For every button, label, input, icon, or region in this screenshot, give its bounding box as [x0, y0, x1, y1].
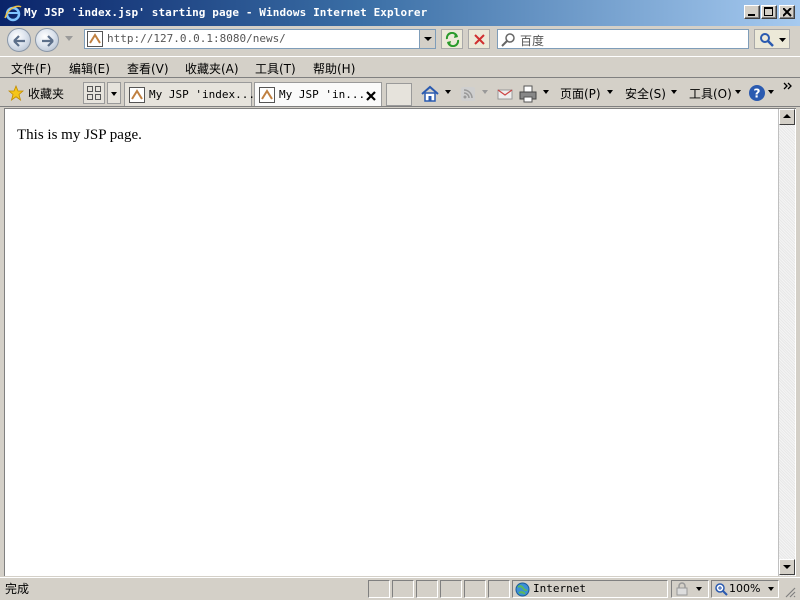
security-zone-panel[interactable]: Internet — [512, 580, 668, 598]
stop-icon — [474, 34, 485, 45]
page-body-text: This is my JSP page. — [17, 127, 142, 143]
forward-button[interactable] — [35, 28, 59, 52]
menu-bar: 文件(F) 编辑(E) 查看(V) 收藏夹(A) 工具(T) 帮助(H) — [0, 56, 800, 78]
close-tab-icon[interactable] — [366, 91, 376, 101]
menu-view[interactable]: 查看(V) — [127, 60, 169, 77]
home-dropdown-icon[interactable] — [445, 90, 451, 94]
back-button[interactable] — [7, 28, 31, 52]
search-options-dropdown-icon — [779, 38, 786, 42]
navigation-bar: http://127.0.0.1:8080/news/ 百度 — [0, 26, 800, 56]
tab-2-title: My JSP 'in... — [279, 88, 366, 101]
status-panel-1 — [368, 580, 390, 598]
page-dropdown-icon[interactable] — [607, 90, 613, 94]
menu-favorites[interactable]: 收藏夹(A) — [185, 60, 239, 77]
chevron-down-icon — [424, 37, 432, 41]
svg-text:?: ? — [754, 87, 761, 101]
minimize-icon — [748, 14, 755, 16]
protected-mode-icon — [676, 582, 688, 596]
close-window-button[interactable] — [779, 5, 795, 19]
quick-tabs-button[interactable] — [83, 82, 105, 104]
page-content-area: This is my JSP page. — [4, 108, 796, 576]
scroll-down-button[interactable] — [779, 559, 795, 575]
search-button[interactable] — [754, 29, 790, 49]
window-title: My JSP 'index.jsp' starting page - Windo… — [24, 6, 428, 19]
feeds-icon[interactable] — [458, 84, 478, 104]
search-placeholder: 百度 — [520, 34, 545, 48]
chevron-down-icon — [111, 92, 117, 96]
scroll-up-button[interactable] — [779, 109, 795, 125]
tools-menu-button[interactable]: 工具(O) — [689, 85, 732, 102]
chevron-more-icon[interactable] — [783, 82, 793, 90]
zone-label: Internet — [533, 582, 586, 595]
help-dropdown-icon[interactable] — [768, 90, 774, 94]
minimize-button[interactable] — [744, 5, 760, 19]
tab-list-button[interactable] — [107, 82, 121, 104]
quick-tabs-grid-icon — [87, 86, 101, 100]
page-favicon-icon — [259, 87, 275, 103]
refresh-button[interactable] — [441, 29, 463, 49]
vertical-scrollbar[interactable] — [778, 109, 795, 576]
safety-dropdown-icon[interactable] — [671, 90, 677, 94]
status-panel-3 — [416, 580, 438, 598]
help-icon[interactable]: ? — [747, 83, 767, 103]
status-panel-6 — [488, 580, 510, 598]
read-mail-icon[interactable] — [495, 84, 515, 104]
address-url: http://127.0.0.1:8080/news/ — [107, 32, 286, 45]
arrow-up-icon — [783, 114, 791, 118]
safety-menu-button[interactable]: 安全(S) — [625, 85, 666, 102]
address-dropdown-button[interactable] — [419, 30, 435, 48]
home-icon[interactable] — [420, 84, 440, 104]
stop-button[interactable] — [468, 29, 490, 49]
tab-command-bar: 收藏夹 My JSP 'index... My JSP 'in... 页面(P)… — [0, 79, 800, 107]
tab-2-active[interactable]: My JSP 'in... — [254, 82, 382, 106]
search-input[interactable]: 百度 — [497, 29, 749, 49]
tools-dropdown-icon[interactable] — [735, 90, 741, 94]
zoom-dropdown-icon — [768, 587, 774, 591]
title-bar[interactable]: My JSP 'index.jsp' starting page - Windo… — [0, 0, 800, 26]
protected-mode-panel[interactable] — [671, 580, 709, 598]
favorites-button[interactable]: 收藏夹 — [28, 85, 64, 102]
history-dropdown-icon[interactable] — [65, 36, 73, 42]
tab-1[interactable]: My JSP 'index... — [124, 82, 255, 106]
favorites-star-icon[interactable] — [8, 85, 24, 101]
menu-edit[interactable]: 编辑(E) — [69, 60, 110, 77]
print-dropdown-icon[interactable] — [543, 90, 549, 94]
menu-help[interactable]: 帮助(H) — [313, 60, 355, 77]
protected-mode-dropdown-icon — [696, 587, 702, 591]
maximize-button[interactable] — [761, 5, 777, 19]
status-bar: 完成 Internet 100% — [0, 577, 800, 600]
zoom-magnifier-icon — [715, 583, 728, 596]
search-icon — [501, 33, 515, 47]
resize-grip-icon[interactable] — [784, 586, 796, 598]
page-favicon-icon — [129, 87, 145, 103]
menu-file[interactable]: 文件(F) — [11, 60, 51, 77]
arrow-down-icon — [783, 565, 791, 569]
status-panel-2 — [392, 580, 414, 598]
page-menu-button[interactable]: 页面(P) — [560, 85, 601, 102]
page-favicon-icon — [87, 31, 103, 47]
refresh-icon — [445, 32, 460, 47]
tab-1-title: My JSP 'index... — [149, 88, 255, 101]
close-icon — [783, 8, 792, 17]
magnifier-icon — [760, 33, 774, 47]
maximize-icon — [764, 7, 773, 16]
zoom-panel[interactable]: 100% — [711, 580, 779, 598]
feeds-dropdown-icon[interactable] — [482, 90, 488, 94]
status-panel-5 — [464, 580, 486, 598]
zoom-level: 100% — [729, 582, 761, 595]
ie-logo-icon — [4, 5, 22, 22]
new-tab-button[interactable] — [386, 83, 412, 106]
menu-tools[interactable]: 工具(T) — [255, 60, 296, 77]
arrow-right-icon — [42, 35, 54, 47]
arrow-left-icon — [13, 35, 25, 47]
globe-icon — [515, 582, 530, 597]
status-panel-4 — [440, 580, 462, 598]
address-field[interactable]: http://127.0.0.1:8080/news/ — [84, 29, 436, 49]
status-text: 完成 — [5, 582, 30, 596]
print-icon[interactable] — [518, 84, 538, 104]
